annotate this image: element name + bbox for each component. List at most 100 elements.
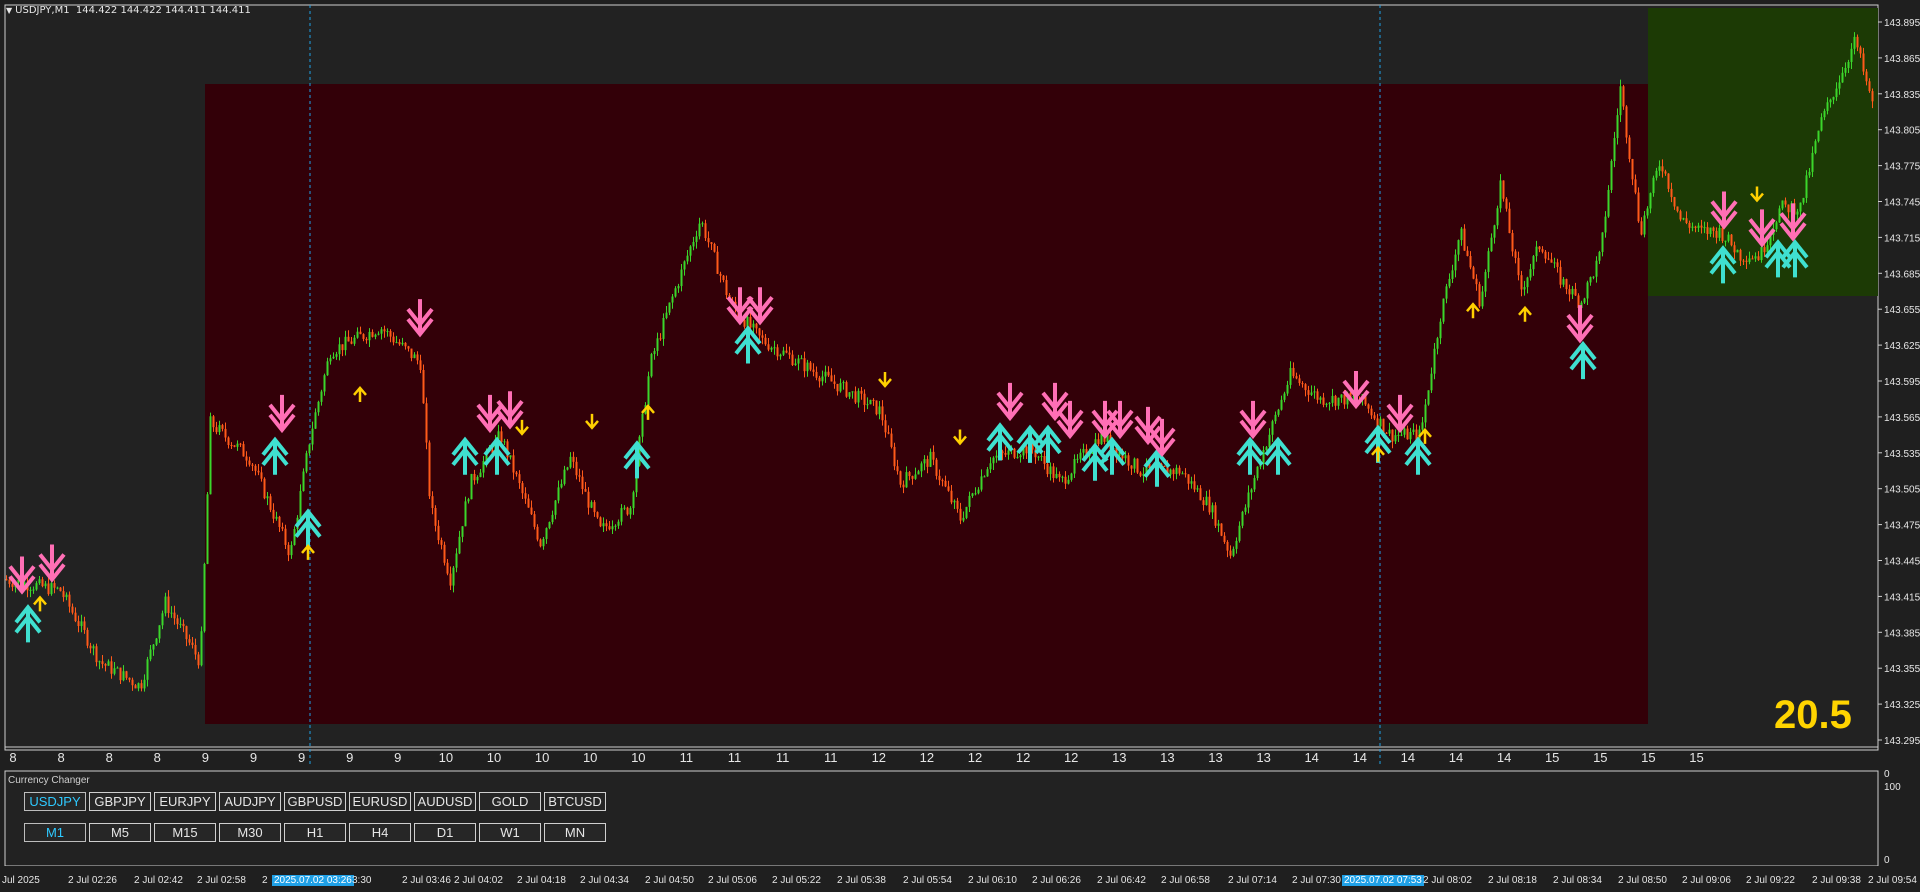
hour-label: 10 xyxy=(439,750,453,764)
symbol-gbpjpy-button[interactable]: GBPJPY xyxy=(89,792,151,811)
hour-label: 13 xyxy=(1112,750,1126,764)
timeframe-m1-button[interactable]: M1 xyxy=(24,823,86,842)
timeframe-w1-button[interactable]: W1 xyxy=(479,823,541,842)
hour-label: 14 xyxy=(1401,750,1415,764)
time-label: 2 Jul 07:30 xyxy=(1292,875,1341,886)
time-label: 2 Jul 05:38 xyxy=(837,875,886,886)
symbol-gold-button[interactable]: GOLD xyxy=(479,792,541,811)
price-label: 143.895 xyxy=(1884,18,1920,29)
timeframe-mn-button[interactable]: MN xyxy=(544,823,606,842)
time-label: 2 Jul 09:54 xyxy=(1868,875,1917,886)
time-label: 2 Jul 02:42 xyxy=(134,875,183,886)
candle xyxy=(86,627,89,649)
symbol-audusd-button[interactable]: AUDUSD xyxy=(414,792,476,811)
symbol-gbpusd-button[interactable]: GBPUSD xyxy=(284,792,346,811)
candle xyxy=(1478,281,1481,308)
time-label: 2 Jul 05:54 xyxy=(903,875,952,886)
session-box xyxy=(1648,8,1878,296)
candle xyxy=(1136,458,1139,475)
indicator-subpanel: 100 0 0 xyxy=(4,769,1901,866)
time-label: 3:30 xyxy=(352,875,372,886)
hour-label: 9 xyxy=(250,750,257,764)
candle xyxy=(1502,180,1505,202)
hour-label: 15 xyxy=(1689,750,1703,764)
timeframe-m30-button[interactable]: M30 xyxy=(219,823,281,842)
time-label: 2 Jul 04:50 xyxy=(645,875,694,886)
time-label: 2 Jul 02:58 xyxy=(197,875,246,886)
subpanel-axis-label: 0 xyxy=(1884,769,1890,780)
price-label: 143.775 xyxy=(1884,162,1920,173)
symbol-usdjpy-button[interactable]: USDJPY xyxy=(24,792,86,811)
candle xyxy=(626,506,629,516)
hour-label: 11 xyxy=(776,750,790,764)
hour-label: 10 xyxy=(535,750,549,764)
hour-label: 9 xyxy=(202,750,209,764)
price-axis: 143.895 143.865 143.835 143.805 143.775 143.7… xyxy=(1878,18,1920,747)
price-label: 143.655 xyxy=(1884,305,1920,316)
candle xyxy=(1622,84,1625,110)
timeframe-h4-button[interactable]: H4 xyxy=(349,823,411,842)
candle xyxy=(1637,187,1640,223)
candle xyxy=(650,352,653,378)
price-chart[interactable]: 143.895 143.865 143.835 143.805 143.775 143.7… xyxy=(0,0,1920,764)
price-label: 143.415 xyxy=(1884,592,1920,603)
time-label: 2 xyxy=(262,875,268,886)
timeframe-buttons: M1 M5 M15 M30 H1 H4 D1 W1 MN xyxy=(24,823,606,842)
symbol-audjpy-button[interactable]: AUDJPY xyxy=(219,792,281,811)
chevron-down-icon[interactable]: ▼ xyxy=(6,6,12,15)
time-label: 2 Jul 05:06 xyxy=(708,875,757,886)
time-label: 2 Jul 09:06 xyxy=(1682,875,1731,886)
currency-changer-label: Currency Changer xyxy=(8,775,90,786)
price-label: 143.865 xyxy=(1884,54,1920,65)
hour-label: 15 xyxy=(1641,750,1655,764)
candle xyxy=(1628,135,1631,163)
symbol-eurusd-button[interactable]: EURUSD xyxy=(349,792,411,811)
timeframe-m5-button[interactable]: M5 xyxy=(89,823,151,842)
hour-label: 10 xyxy=(583,750,597,764)
candle xyxy=(1472,265,1475,280)
timeframe-m15-button[interactable]: M15 xyxy=(154,823,216,842)
candle xyxy=(209,412,212,495)
hour-label: 10 xyxy=(487,750,501,764)
time-label: 2 Jul 04:02 xyxy=(454,875,503,886)
time-label: 2 Jul 08:02 xyxy=(1423,875,1472,886)
symbol-btcusd-button[interactable]: BTCUSD xyxy=(544,792,606,811)
hour-label: 15 xyxy=(1593,750,1607,764)
candle xyxy=(869,399,872,405)
hour-label: 13 xyxy=(1208,750,1222,764)
symbol-buttons: USDJPY GBPJPY EURJPY AUDJPY GBPUSD EURUSD AUDU… xyxy=(24,792,606,811)
candle xyxy=(845,380,848,398)
hour-label: 12 xyxy=(1016,750,1030,764)
time-label: 2 Jul 03:46 xyxy=(402,875,451,886)
candle xyxy=(1607,185,1610,218)
timeframe-h1-button[interactable]: H1 xyxy=(284,823,346,842)
symbol-eurjpy-button[interactable]: EURJPY xyxy=(154,792,216,811)
hour-label: 9 xyxy=(346,750,353,764)
price-label: 143.505 xyxy=(1884,485,1920,496)
time-label: 2 Jul 05:22 xyxy=(772,875,821,886)
candle xyxy=(875,400,878,416)
price-label: 143.745 xyxy=(1884,198,1920,209)
candle xyxy=(428,440,431,499)
time-label: 2 Jul 07:14 xyxy=(1228,875,1277,886)
time-label: 2 Jul 06:10 xyxy=(968,875,1017,886)
time-label: 2 Jul 09:38 xyxy=(1812,875,1861,886)
candle xyxy=(1814,139,1817,155)
hour-label: 8 xyxy=(154,750,161,764)
candle xyxy=(1442,298,1445,324)
indicator-value: 20.5 xyxy=(1774,693,1852,737)
subpanel-frame xyxy=(4,770,1879,866)
candle xyxy=(1241,510,1244,529)
price-label: 143.835 xyxy=(1884,90,1920,101)
hour-label: 14 xyxy=(1353,750,1367,764)
timeframe-d1-button[interactable]: D1 xyxy=(414,823,476,842)
hour-label: 12 xyxy=(968,750,982,764)
crosshair-time-label: 2025.07.02 03:26 xyxy=(272,875,354,886)
time-label: 2 Jul 04:34 xyxy=(580,875,629,886)
symbol-timeframe: USDJPY,M1 xyxy=(15,5,70,16)
range-box xyxy=(205,84,1648,724)
ohlc-values: 144.422 144.422 144.411 144.411 xyxy=(75,5,251,16)
candle xyxy=(599,516,602,528)
candle xyxy=(713,242,716,253)
candle xyxy=(443,541,446,566)
